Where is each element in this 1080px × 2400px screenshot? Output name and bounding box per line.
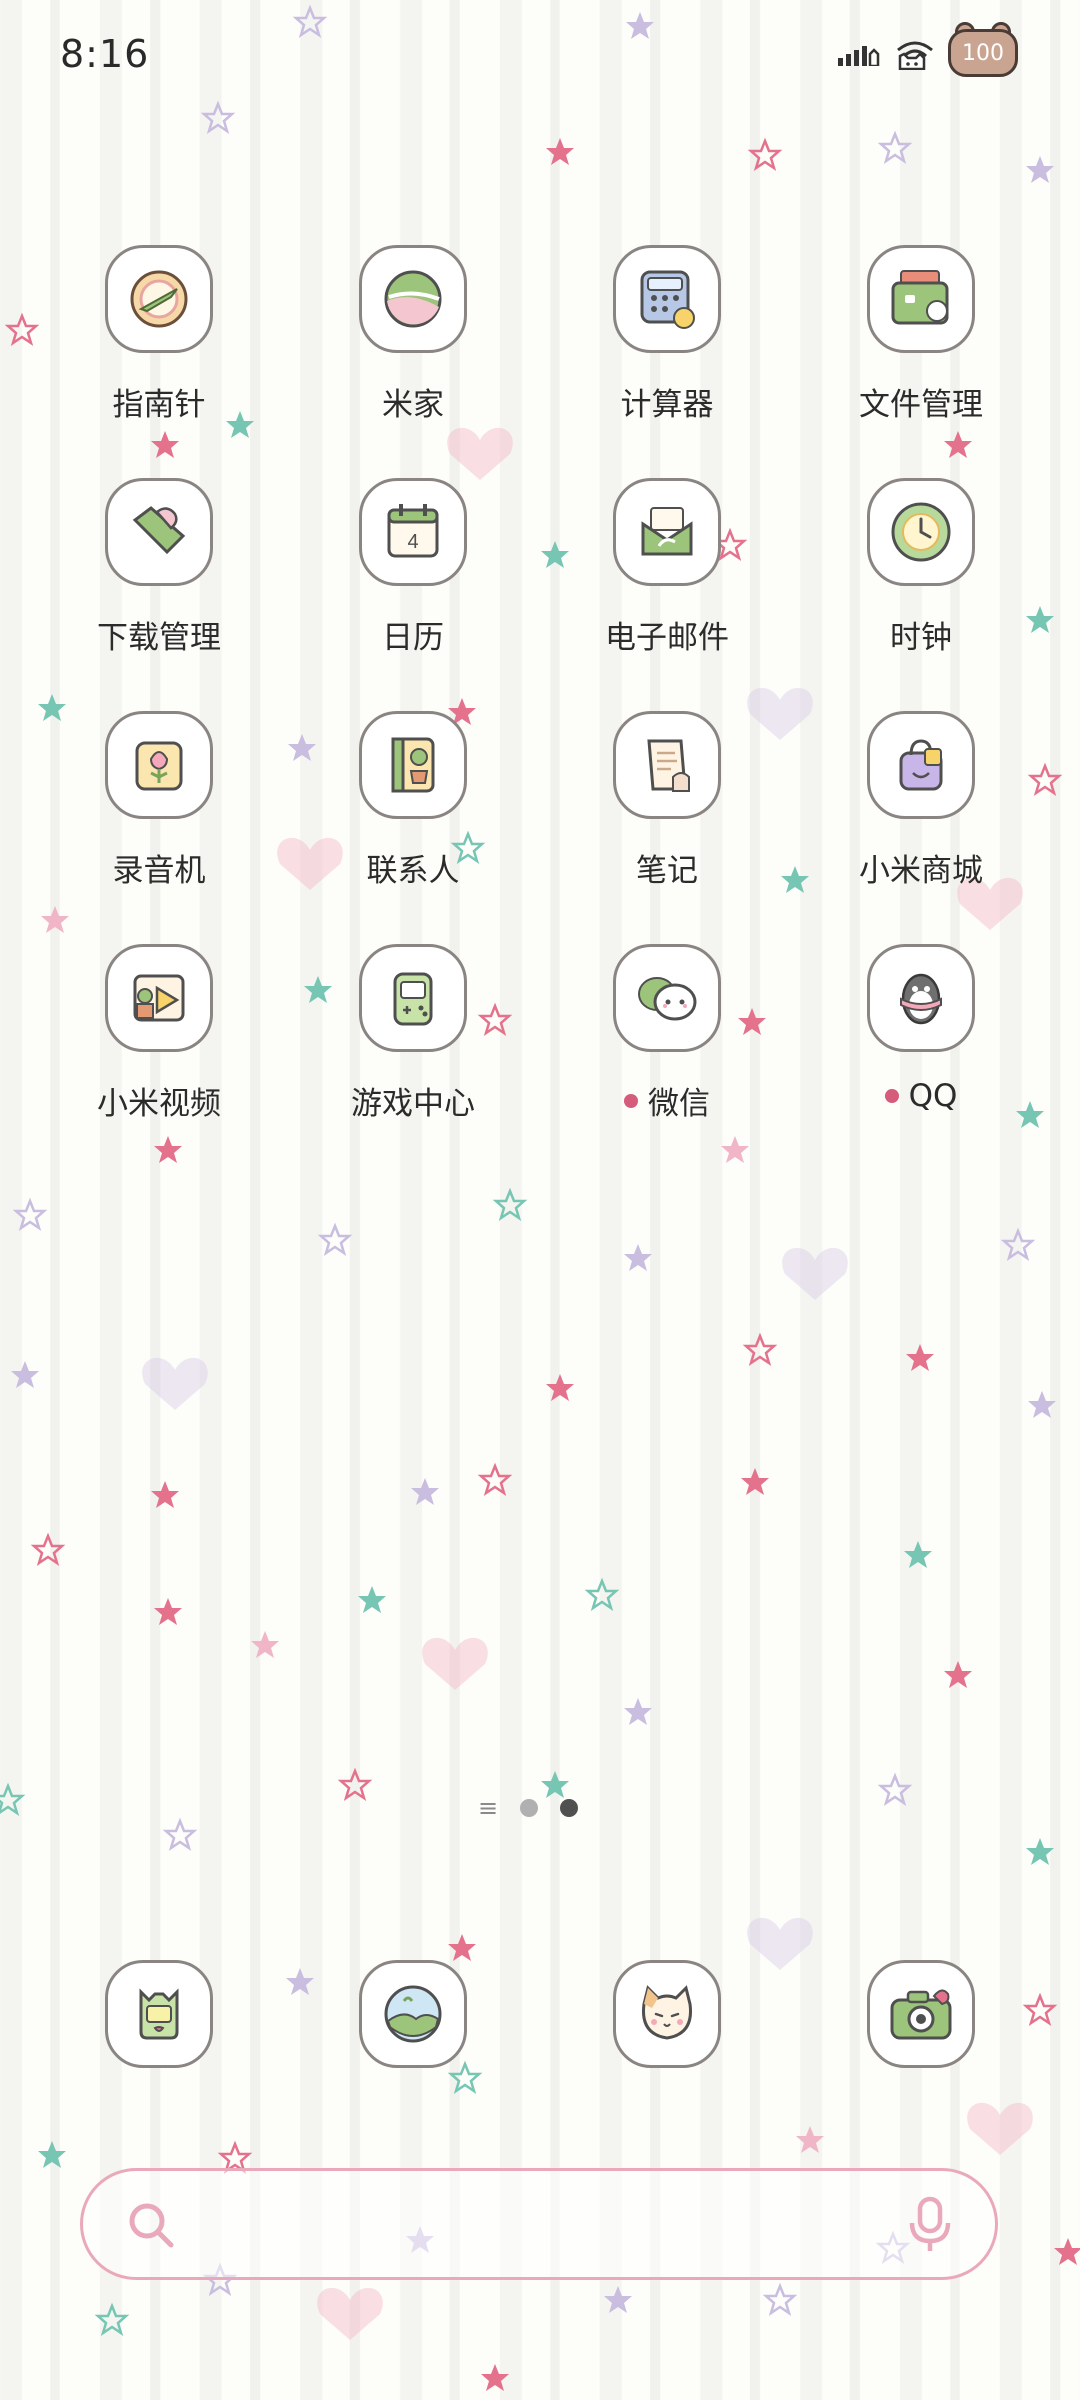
app-calculator[interactable]: 计算器 — [540, 245, 794, 424]
app-label: 指南针 — [112, 387, 206, 423]
app-label: 米家 — [382, 387, 444, 423]
app-label: 录音机 — [112, 853, 206, 889]
app-qq[interactable]: QQ — [794, 944, 1048, 1123]
wifi-icon — [897, 41, 933, 70]
notification-badge — [884, 1089, 899, 1103]
app-label: 时钟 — [890, 620, 952, 656]
calendar-icon: 4 — [387, 504, 439, 558]
app-file-manager[interactable]: 文件管理 — [794, 245, 1048, 424]
battery-level: 100 — [962, 40, 1004, 66]
app-label: 小米商城 — [859, 853, 983, 889]
recorder-icon — [135, 741, 183, 791]
search-bar[interactable] — [80, 2168, 998, 2280]
app-label: 计算器 — [620, 387, 714, 423]
app-compass[interactable]: 指南针 — [32, 245, 286, 424]
search-icon[interactable] — [123, 2197, 179, 2253]
mic-icon[interactable] — [905, 2195, 955, 2255]
camera-icon — [890, 1989, 952, 2040]
app-label: 联系人 — [366, 853, 460, 889]
app-mijia[interactable]: 米家 — [286, 245, 540, 424]
messages-icon — [641, 1985, 693, 2040]
notification-badge — [624, 1093, 638, 1108]
file-manager-icon — [891, 270, 949, 325]
app-label: 笔记 — [636, 853, 698, 889]
app-label: 小米视频 — [97, 1086, 221, 1122]
game-center-icon — [393, 972, 433, 1026]
app-clock[interactable]: 时钟 — [794, 478, 1048, 657]
status-time: 8:16 — [60, 32, 150, 76]
calculator-icon — [640, 270, 695, 329]
dock — [32, 1960, 1048, 2068]
app-email[interactable]: 电子邮件 — [540, 478, 794, 657]
clock-icon — [891, 502, 951, 562]
app-game-center[interactable]: 游戏中心 — [286, 944, 540, 1123]
app-download-manager[interactable]: 下载管理 — [32, 478, 286, 657]
menu-lines-icon: ≡ — [478, 1794, 499, 1822]
dock-app-messages[interactable] — [540, 1960, 794, 2068]
dock-app-phone[interactable] — [32, 1960, 286, 2068]
contacts-icon — [391, 737, 435, 793]
page-indicator[interactable]: ≡ — [478, 1794, 579, 1822]
signal-icon — [838, 46, 880, 66]
app-mi-video[interactable]: 小米视频 — [32, 944, 286, 1123]
battery-icon: 100 — [948, 22, 1018, 77]
app-notes[interactable]: 笔记 — [540, 711, 794, 890]
download-icon — [132, 506, 186, 555]
dock-app-gallery[interactable] — [286, 1960, 540, 2068]
app-label: QQ — [908, 1078, 958, 1114]
mijia-icon — [384, 270, 442, 328]
app-label: 电子邮件 — [605, 620, 729, 656]
status-icons: 100 — [838, 22, 1018, 77]
app-grid: 指南针 米家 计算器 文件管理 下载管理 4 日历 电子邮件 时钟 录音机 联系… — [0, 245, 1080, 1123]
page-dot-active[interactable] — [560, 1799, 579, 1817]
mi-video-icon — [133, 974, 185, 1022]
app-recorder[interactable]: 录音机 — [32, 711, 286, 890]
app-label: 文件管理 — [859, 387, 983, 423]
notes-icon — [647, 739, 690, 792]
app-label: 下载管理 — [97, 620, 221, 656]
gallery-icon — [384, 1985, 442, 2043]
calendar-day: 4 — [407, 531, 418, 553]
page-dot[interactable] — [520, 1799, 539, 1817]
wechat-icon — [638, 977, 697, 1021]
compass-icon — [130, 270, 188, 328]
app-wechat[interactable]: 微信 — [540, 944, 794, 1123]
app-mi-store[interactable]: 小米商城 — [794, 711, 1048, 890]
email-icon — [641, 507, 693, 556]
app-calendar[interactable]: 4 日历 — [286, 478, 540, 657]
app-contacts[interactable]: 联系人 — [286, 711, 540, 890]
phone-icon — [139, 1988, 179, 2040]
qq-icon — [900, 973, 942, 1025]
app-label: 微信 — [648, 1086, 710, 1122]
dock-app-camera[interactable] — [794, 1960, 1048, 2068]
status-bar: 8:16 100 — [0, 0, 1080, 115]
mi-store-icon — [899, 739, 943, 791]
app-label: 游戏中心 — [351, 1086, 475, 1122]
app-label: 日历 — [382, 620, 444, 656]
